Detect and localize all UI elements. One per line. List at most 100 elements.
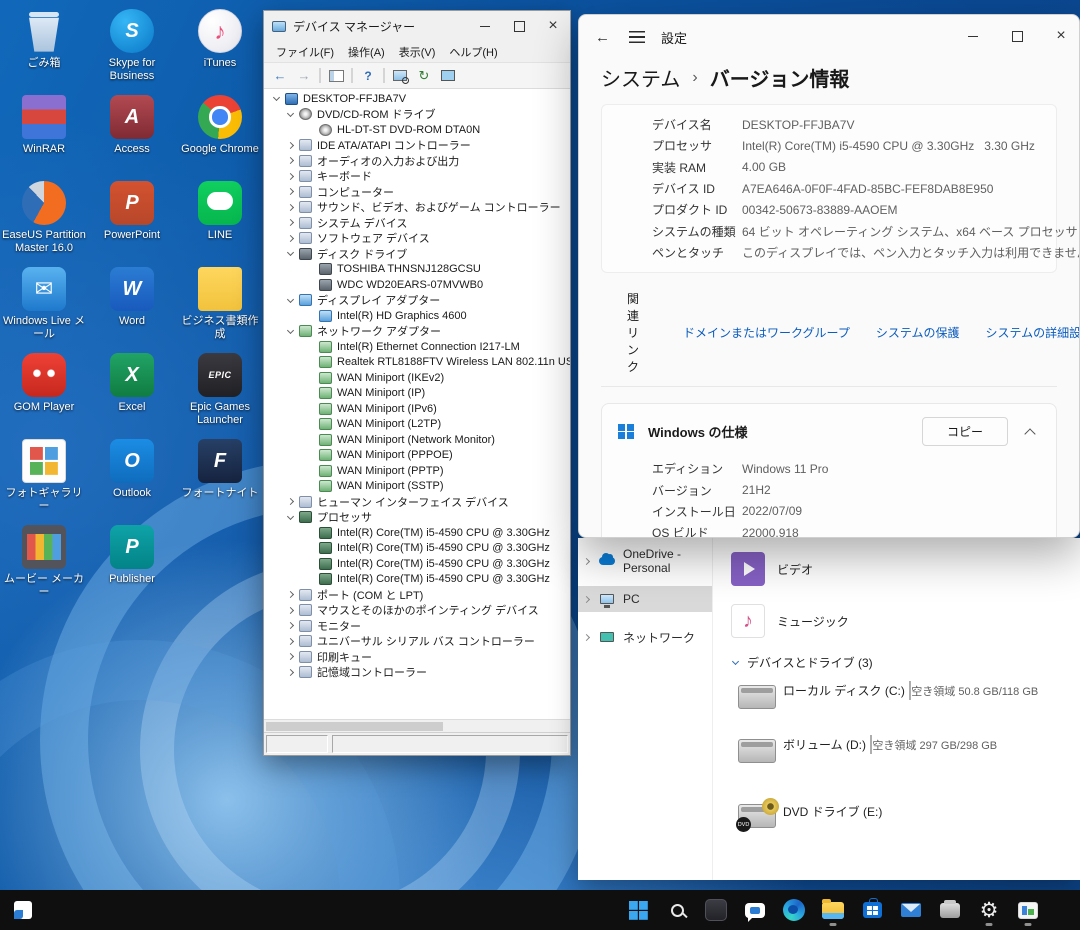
- copy-button[interactable]: コピー: [922, 417, 1008, 446]
- tree-item[interactable]: WAN Miniport (IP): [264, 386, 570, 402]
- tree-expander-icon[interactable]: [304, 375, 317, 380]
- taskbar-corner-widget[interactable]: [10, 897, 36, 923]
- nav-item-network[interactable]: ネットワーク: [578, 624, 712, 650]
- tree-item[interactable]: WAN Miniport (IPv6): [264, 401, 570, 417]
- menu-item[interactable]: 操作(A): [342, 42, 391, 62]
- tree-expander-icon[interactable]: [304, 561, 317, 566]
- folder-tile-music[interactable]: ミュージック: [731, 598, 1080, 644]
- tree-item[interactable]: Intel(R) Core(TM) i5-4590 CPU @ 3.30GHz: [264, 541, 570, 557]
- desktop-icon[interactable]: WinRAR: [0, 90, 88, 176]
- folder-tile-videos[interactable]: ビデオ: [731, 546, 1080, 592]
- tree-item[interactable]: Realtek RTL8188FTV Wireless LAN 802.11n …: [264, 355, 570, 371]
- tree-expander-icon[interactable]: [284, 654, 297, 659]
- toolbar-icon[interactable]: [389, 66, 411, 86]
- tree-expander-icon[interactable]: [304, 360, 317, 365]
- tree-expander-icon[interactable]: [284, 639, 297, 644]
- tree-expander-icon[interactable]: [304, 313, 317, 318]
- pinned-app-dark[interactable]: [698, 892, 734, 928]
- tree-expander-icon[interactable]: [284, 113, 297, 116]
- desktop-icon[interactable]: ごみ箱: [0, 4, 88, 90]
- desktop-icon[interactable]: Google Chrome: [176, 90, 264, 176]
- tree-expander-icon[interactable]: [304, 127, 317, 132]
- desktop-icon[interactable]: Skype for Business: [88, 4, 176, 90]
- settings-app-button[interactable]: [971, 892, 1007, 928]
- toolbar-icon[interactable]: [357, 66, 379, 86]
- tree-expander-icon[interactable]: [304, 530, 317, 535]
- tree-expander-icon[interactable]: [304, 468, 317, 473]
- tree-item[interactable]: マウスとそのほかのポインティング デバイス: [264, 603, 570, 619]
- tree-item[interactable]: 記憶域コントローラー: [264, 665, 570, 681]
- tree-expander-icon[interactable]: [284, 516, 297, 519]
- toolbar-icon[interactable]: [293, 66, 315, 86]
- related-link[interactable]: システムの詳細設定: [985, 324, 1080, 341]
- tree-item[interactable]: プロセッサ: [264, 510, 570, 526]
- tree-item[interactable]: システム デバイス: [264, 215, 570, 231]
- tree-expander-icon[interactable]: [284, 623, 297, 628]
- tree-item[interactable]: コンピューター: [264, 184, 570, 200]
- tree-expander-icon[interactable]: [270, 97, 283, 100]
- chat-button[interactable]: [737, 892, 773, 928]
- drive-item-e[interactable]: DVD DVD ドライブ (E:): [731, 785, 1080, 839]
- toolbar-icon[interactable]: [325, 66, 347, 86]
- minimize-button[interactable]: [468, 11, 502, 41]
- tree-item[interactable]: ディスプレイ アダプター: [264, 293, 570, 309]
- tree-expander-icon[interactable]: [284, 220, 297, 225]
- tree-item[interactable]: ソフトウェア デバイス: [264, 231, 570, 247]
- tree-item[interactable]: 印刷キュー: [264, 649, 570, 665]
- close-button[interactable]: [1051, 22, 1071, 50]
- tree-item[interactable]: サウンド、ビデオ、およびゲーム コントローラー: [264, 200, 570, 216]
- close-button[interactable]: [536, 11, 570, 41]
- tree-item[interactable]: ポート (COM と LPT): [264, 587, 570, 603]
- tree-expander-icon[interactable]: [284, 592, 297, 597]
- tree-expander-icon[interactable]: [284, 252, 297, 255]
- tree-expander-icon[interactable]: [284, 499, 297, 504]
- tree-item[interactable]: ユニバーサル シリアル バス コントローラー: [264, 634, 570, 650]
- settings-titlebar[interactable]: 設定: [579, 15, 1079, 59]
- tree-expander-icon[interactable]: [304, 267, 317, 272]
- tree-expander-icon[interactable]: [284, 143, 297, 148]
- edge-browser[interactable]: [776, 892, 812, 928]
- tree-expander-icon[interactable]: [304, 484, 317, 489]
- tree-item[interactable]: モニター: [264, 618, 570, 634]
- toolbar-icon[interactable]: [413, 66, 435, 86]
- tree-item[interactable]: Intel(R) Ethernet Connection I217-LM: [264, 339, 570, 355]
- minimize-button[interactable]: [963, 22, 983, 50]
- chevron-down-icon[interactable]: [732, 658, 739, 665]
- desktop-icon[interactable]: フォトギャラリー: [0, 434, 88, 520]
- desktop-icon[interactable]: GOM Player: [0, 348, 88, 434]
- tree-expander-icon[interactable]: [284, 330, 297, 333]
- menu-item[interactable]: ヘルプ(H): [443, 42, 503, 62]
- desktop-icon[interactable]: Outlook: [88, 434, 176, 520]
- tree-item[interactable]: TOSHIBA THNSNJ128GCSU: [264, 262, 570, 278]
- tree-item[interactable]: Intel(R) Core(TM) i5-4590 CPU @ 3.30GHz: [264, 525, 570, 541]
- tree-item[interactable]: WAN Miniport (IKEv2): [264, 370, 570, 386]
- back-arrow-icon[interactable]: [595, 29, 615, 46]
- tree-item[interactable]: ネットワーク アダプター: [264, 324, 570, 340]
- tree-item[interactable]: WAN Miniport (L2TP): [264, 417, 570, 433]
- tree-item[interactable]: WAN Miniport (SSTP): [264, 479, 570, 495]
- desktop-icon[interactable]: ムービー メーカー: [0, 520, 88, 606]
- tree-expander-icon[interactable]: [284, 158, 297, 163]
- nav-item-onedrive[interactable]: OneDrive - Personal: [578, 548, 712, 574]
- tree-expander-icon[interactable]: [284, 174, 297, 179]
- tree-item[interactable]: キーボード: [264, 169, 570, 185]
- tree-expander-icon[interactable]: [284, 236, 297, 241]
- tree-item[interactable]: DESKTOP-FFJBA7V: [264, 91, 570, 107]
- maximize-button[interactable]: [502, 11, 536, 41]
- pinned-app-gray[interactable]: [932, 892, 968, 928]
- tree-expander-icon[interactable]: [304, 546, 317, 551]
- desktop-icon[interactable]: Word: [88, 262, 176, 348]
- maximize-button[interactable]: [1007, 22, 1027, 50]
- tree-item[interactable]: WAN Miniport (Network Monitor): [264, 432, 570, 448]
- desktop-icon[interactable]: Excel: [88, 348, 176, 434]
- tree-expander-icon[interactable]: [284, 299, 297, 302]
- breadcrumb-parent[interactable]: システム: [601, 63, 680, 92]
- search-button[interactable]: [659, 892, 695, 928]
- tree-expander-icon[interactable]: [304, 453, 317, 458]
- tree-item[interactable]: Intel(R) Core(TM) i5-4590 CPU @ 3.30GHz: [264, 556, 570, 572]
- tree-item[interactable]: DVD/CD-ROM ドライブ: [264, 107, 570, 123]
- tree-expander-icon[interactable]: [304, 577, 317, 582]
- tree-expander-icon[interactable]: [284, 189, 297, 194]
- desktop-icon[interactable]: PowerPoint: [88, 176, 176, 262]
- drive-item-d[interactable]: ボリューム (D:) 空き領域 297 GB/298 GB: [731, 731, 1080, 785]
